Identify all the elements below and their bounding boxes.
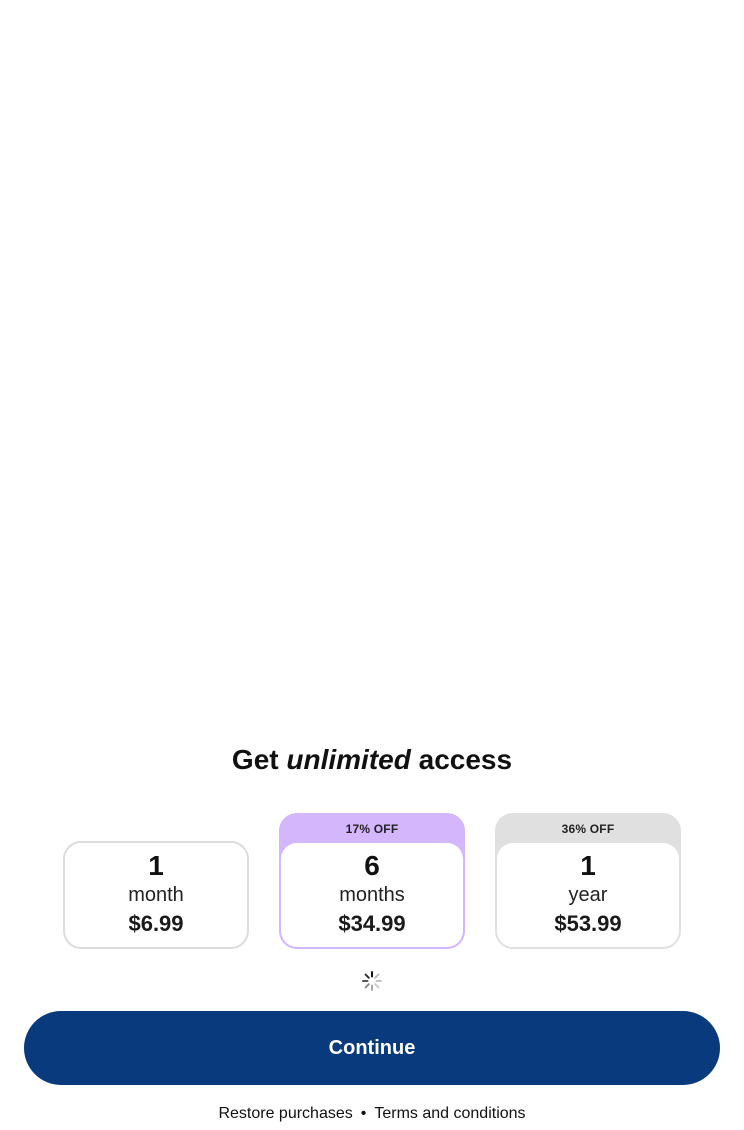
plan-quantity: 6 xyxy=(364,850,380,881)
plan-card: 6 months $34.99 xyxy=(281,843,463,947)
plan-quantity: 1 xyxy=(148,850,164,881)
plan-options: 1 month $6.99 17% OFF 6 months $34.99 36… xyxy=(63,813,681,949)
plan-unit: year xyxy=(568,884,608,906)
title-prefix: Get xyxy=(231,744,287,775)
discount-badge: 36% OFF xyxy=(561,822,615,836)
plan-unit: month xyxy=(128,884,184,906)
restore-purchases-link[interactable]: Restore purchases xyxy=(218,1105,352,1122)
plan-price: $34.99 xyxy=(338,911,406,936)
plan-card: 1 year $53.99 xyxy=(497,843,679,947)
discount-badge: 17% OFF xyxy=(345,822,399,836)
plan-price: $53.99 xyxy=(554,911,622,936)
plan-unit: months xyxy=(339,884,405,906)
terms-link[interactable]: Terms and conditions xyxy=(374,1105,525,1122)
paywall-screen: Get unlimited access 1 month $6.99 17% O… xyxy=(0,0,744,1130)
spinner-icon xyxy=(362,971,382,991)
plan-option-1-year[interactable]: 36% OFF 1 year $53.99 xyxy=(495,813,681,949)
continue-button[interactable]: Continue xyxy=(24,1011,720,1085)
plan-option-1-month[interactable]: 1 month $6.99 xyxy=(63,813,249,949)
title-suffix: access xyxy=(410,744,513,775)
plan-card: 1 month $6.99 xyxy=(63,841,249,949)
title-emphasis: unlimited xyxy=(286,744,411,775)
plan-option-6-months[interactable]: 17% OFF 6 months $34.99 xyxy=(279,813,465,949)
plan-price: $6.99 xyxy=(128,911,184,936)
footer-links: Restore purchases • Terms and conditions xyxy=(0,1102,744,1126)
separator-dot: • xyxy=(360,1105,367,1122)
plan-quantity: 1 xyxy=(580,850,596,881)
page-title: Get unlimited access xyxy=(0,740,744,780)
